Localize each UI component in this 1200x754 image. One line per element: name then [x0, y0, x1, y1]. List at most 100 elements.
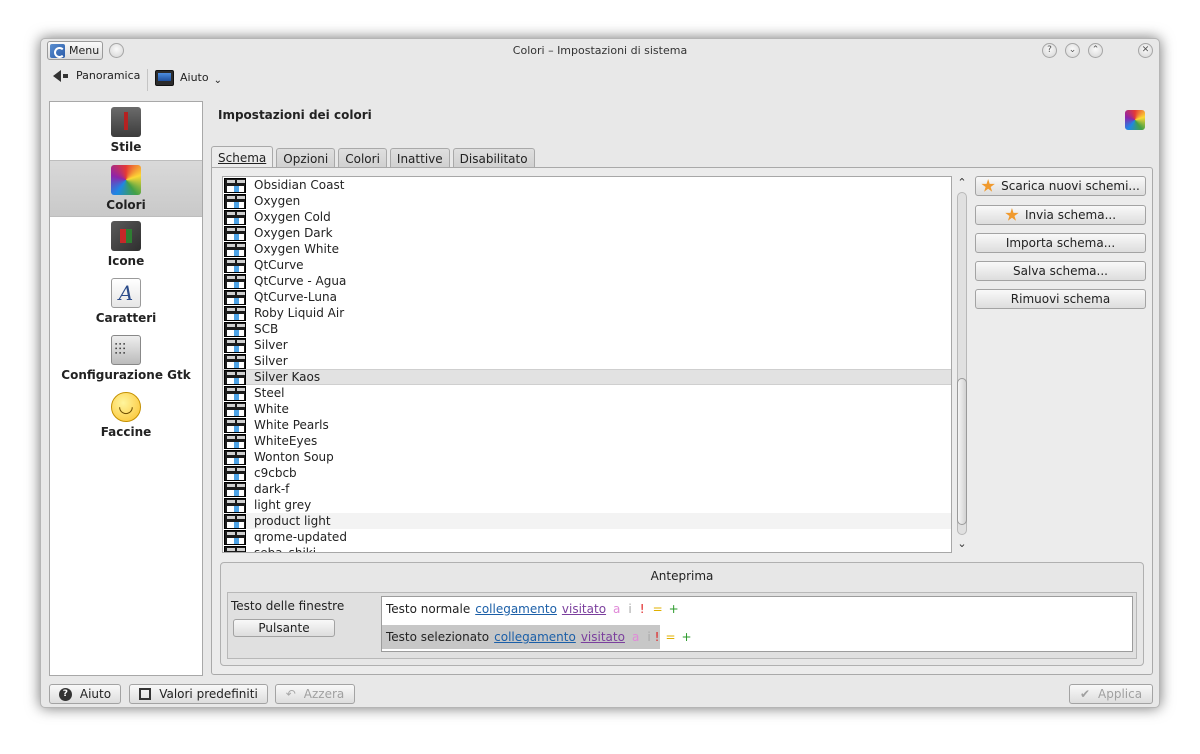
scheme-name: WhiteEyes: [254, 434, 318, 448]
symbol-a: a: [613, 602, 621, 616]
sidebar-item-colori[interactable]: Colori: [50, 160, 202, 217]
maximize-icon[interactable]: ⌃: [1088, 43, 1103, 58]
scheme-preview-thumbnail: [224, 545, 246, 552]
apply-button[interactable]: ✔ Applica: [1069, 684, 1153, 704]
help-icon: ?: [58, 687, 72, 701]
sidebar-item-faccine[interactable]: ◡ Faccine: [50, 388, 202, 445]
scheme-list[interactable]: Obsidian Coast Oxygen Oxygen Cold Oxygen Da…: [222, 176, 952, 553]
scheme-list-item[interactable]: Steel: [223, 385, 951, 401]
scheme-name: SCB: [254, 322, 279, 336]
remove-scheme-button[interactable]: Rimuovi schema: [975, 289, 1146, 309]
sidebar-item-gtk[interactable]: Configurazione Gtk: [50, 331, 202, 388]
upload-scheme-button[interactable]: Invia schema...: [975, 205, 1146, 225]
scheme-list-item[interactable]: White: [223, 401, 951, 417]
import-scheme-button[interactable]: Importa schema...: [975, 233, 1146, 253]
scheme-list-item[interactable]: Oxygen Dark: [223, 225, 951, 241]
reset-button[interactable]: ↶ Azzera: [275, 684, 355, 704]
save-scheme-button[interactable]: Salva schema...: [975, 261, 1146, 281]
scheme-name: Silver: [254, 338, 288, 352]
minimize-icon[interactable]: ⌄: [1065, 43, 1080, 58]
scheme-preview-thumbnail: [224, 193, 246, 209]
chevron-down-icon: ⌄: [213, 75, 222, 86]
scroll-down-icon[interactable]: ⌄: [956, 538, 968, 550]
preview-group: Anteprima Testo delle finestre Pulsante …: [220, 562, 1144, 666]
scheme-preview-thumbnail: [224, 257, 246, 273]
scheme-name: product light: [254, 514, 331, 528]
scheme-name: Roby Liquid Air: [254, 306, 345, 320]
scheme-preview-thumbnail: [224, 401, 246, 417]
tab-opzioni[interactable]: Opzioni: [276, 148, 336, 169]
scheme-list-item[interactable]: Silver Kaos: [223, 369, 951, 385]
scrollbar-thumb[interactable]: [957, 378, 967, 525]
scheme-preview-thumbnail: [224, 337, 246, 353]
selected-text-line: Testo selezionato collegamento visitato …: [386, 628, 692, 646]
overview-button[interactable]: Panoramica: [53, 69, 140, 82]
apply-button-label: Applica: [1098, 687, 1143, 701]
scheme-preview-thumbnail: [224, 225, 246, 241]
scheme-list-item[interactable]: seba_shiki: [223, 545, 951, 552]
tie-suit-icon: [111, 107, 141, 137]
tab-bar: Schema Opzioni Colori Inattive Disabilit…: [211, 146, 538, 169]
tab-disabilitato[interactable]: Disabilitato: [452, 148, 535, 169]
scheme-preview-thumbnail: [224, 465, 246, 481]
scheme-list-item[interactable]: Oxygen White: [223, 241, 951, 257]
scheme-preview-thumbnail: [224, 209, 246, 225]
scheme-preview-thumbnail: [224, 417, 246, 433]
scheme-list-item[interactable]: light grey: [223, 497, 951, 513]
sidebar-item-label: Configurazione Gtk: [61, 368, 191, 382]
page-title: Impostazioni dei colori: [218, 108, 372, 122]
sidebar-item-icone[interactable]: Icone: [50, 217, 202, 274]
tab-schema[interactable]: Schema: [211, 146, 274, 169]
scheme-list-item[interactable]: qrome-updated: [223, 529, 951, 545]
scheme-preview-thumbnail: [224, 177, 246, 193]
scheme-list-item[interactable]: Silver: [223, 337, 951, 353]
sidebar-item-caratteri[interactable]: A Caratteri: [50, 274, 202, 331]
tab-inattive[interactable]: Inattive: [389, 148, 450, 169]
scheme-list-item[interactable]: Wonton Soup: [223, 449, 951, 465]
scheme-preview-thumbnail: [224, 385, 246, 401]
defaults-button[interactable]: Valori predefiniti: [129, 684, 268, 704]
scheme-name: QtCurve - Agua: [254, 274, 347, 288]
scheme-list-item[interactable]: dark-f: [223, 481, 951, 497]
star-icon: [981, 179, 995, 192]
help-menu-button[interactable]: Aiuto ⌄: [155, 69, 222, 86]
scheme-preview-thumbnail: [224, 273, 246, 289]
defaults-button-label: Valori predefiniti: [159, 687, 258, 701]
scheme-list-item[interactable]: QtCurve-Luna: [223, 289, 951, 305]
settings-window: Menu Colori – Impostazioni di sistema ? …: [40, 38, 1160, 708]
scheme-list-item[interactable]: Obsidian Coast: [223, 177, 951, 193]
scheme-name: Silver: [254, 354, 288, 368]
preview-button[interactable]: Pulsante: [233, 619, 335, 637]
preview-selected-visited-link[interactable]: visitato: [581, 630, 625, 644]
scroll-up-icon[interactable]: ⌃: [956, 177, 968, 189]
tab-colori[interactable]: Colori: [338, 148, 387, 169]
scheme-list-item[interactable]: Roby Liquid Air: [223, 305, 951, 321]
scheme-list-item[interactable]: QtCurve: [223, 257, 951, 273]
close-icon[interactable]: ✕: [1138, 43, 1153, 58]
download-schemes-button[interactable]: Scarica nuovi schemi...: [975, 176, 1146, 196]
help-circle-icon[interactable]: ?: [1042, 43, 1057, 58]
scheme-list-item[interactable]: c9cbcb: [223, 465, 951, 481]
preview-selected-link[interactable]: collegamento: [494, 630, 576, 644]
scheme-list-item[interactable]: White Pearls: [223, 417, 951, 433]
scheme-name: QtCurve-Luna: [254, 290, 337, 304]
scheme-list-item[interactable]: SCB: [223, 321, 951, 337]
scheme-list-item[interactable]: product light: [223, 513, 951, 529]
window-title: Colori – Impostazioni di sistema: [512, 44, 688, 57]
sidebar-item-label: Colori: [106, 198, 146, 212]
scheme-preview-thumbnail: [224, 497, 246, 513]
scheme-list-item[interactable]: Oxygen: [223, 193, 951, 209]
preview-visited-link[interactable]: visitato: [562, 602, 606, 616]
upload-scheme-label: Invia schema...: [1024, 208, 1117, 222]
sidebar-item-stile[interactable]: Stile: [50, 103, 202, 160]
scheme-list-item[interactable]: WhiteEyes: [223, 433, 951, 449]
scheme-list-item[interactable]: Silver: [223, 353, 951, 369]
preview-link[interactable]: collegamento: [475, 602, 557, 616]
font-letter-icon: A: [111, 278, 141, 308]
scheme-list-scrollbar[interactable]: ⌃ ⌄: [953, 176, 971, 553]
scheme-list-item[interactable]: Oxygen Cold: [223, 209, 951, 225]
sidebar: Stile Colori Icone A Caratteri Configura…: [49, 101, 203, 676]
scheme-list-item[interactable]: QtCurve - Agua: [223, 273, 951, 289]
help-button[interactable]: ? Aiuto: [49, 684, 121, 704]
scheme-name: light grey: [254, 498, 312, 512]
